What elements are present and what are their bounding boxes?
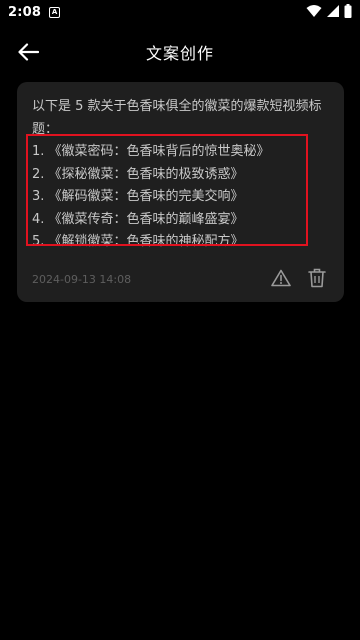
card-text[interactable]: 以下是 5 款关于色香味俱全的徽菜的爆款短视频标题： 1. 《徽菜密码：色香味背… [32,96,332,254]
list-item: 5. 《解锁徽菜：色香味的神秘配方》 [32,234,244,249]
title-list: 1. 《徽菜密码：色香味背后的惊世奥秘》 2. 《探秘徽菜：色香味的极致诱惑》 … [32,141,332,254]
warning-triangle-icon [271,269,291,287]
notification-a-icon: A [49,6,61,18]
status-bar: 2:08 A [0,0,360,24]
list-item: 3. 《解码徽菜：色香味的完美交响》 [32,189,244,204]
status-icons [306,4,352,18]
list-item: 1. 《徽菜密码：色香味背后的惊世奥秘》 [32,144,270,159]
list-item: 2. 《探秘徽菜：色香味的极致诱惑》 [32,166,244,182]
status-time: 2:08 [8,4,42,20]
screen: 2:08 A 文案创作 以下是 5 款关于色香味俱全的徽菜的爆款短视频标题： 1… [0,0,360,640]
trash-icon [308,268,326,288]
intro-text: 以下是 5 款关于色香味俱全的徽菜的爆款短视频标题： [32,99,322,137]
signal-icon [327,5,339,17]
timestamp: 2024-09-13 14:08 [32,273,132,286]
list-item: 4. 《徽菜传奇：色香味的巅峰盛宴》 [32,211,244,227]
back-button[interactable] [12,38,44,66]
page-title: 文案创作 [145,44,214,63]
copywriting-card: 以下是 5 款关于色香味俱全的徽菜的爆款短视频标题： 1. 《徽菜密码：色香味背… [17,82,344,302]
wifi-icon [306,5,322,17]
report-button[interactable] [269,266,293,290]
app-header: 文案创作 [0,24,360,80]
arrow-left-icon [18,43,39,61]
delete-button[interactable] [305,266,329,290]
battery-icon [344,4,352,18]
